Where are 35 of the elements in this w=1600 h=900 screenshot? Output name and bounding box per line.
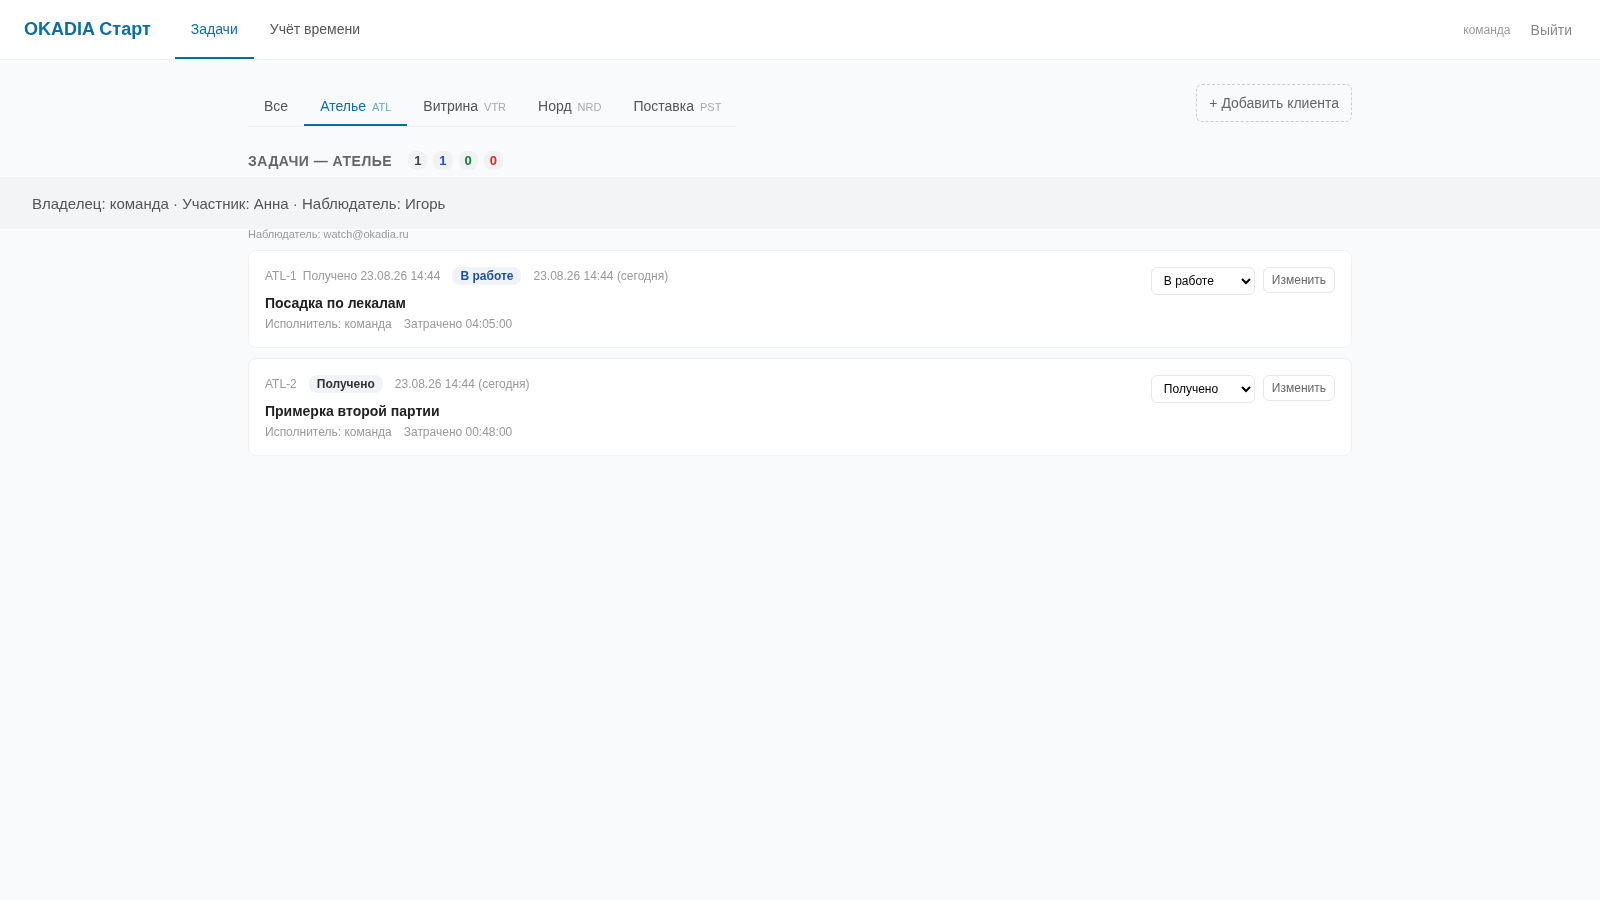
logout-link[interactable]: Выйти	[1530, 21, 1572, 38]
user-name: команда	[1463, 22, 1511, 37]
assignee-text: Исполнитель: команда	[265, 425, 392, 439]
client-tab[interactable]: Норд NRD	[522, 84, 618, 126]
received-date: Получено 23.08.26 14:44	[302, 269, 441, 283]
due-date: 23.08.26 14:44 (сегодня)	[533, 269, 669, 283]
client-tab[interactable]: Ателье ATL	[304, 84, 408, 126]
time-spent: Затрачено 00:48:00	[403, 425, 513, 439]
banner-text: Владелец: команда · Участник: Анна · Наблюдатель: Игорь	[32, 194, 446, 212]
add-client-button[interactable]: + Добавить клиента	[1196, 84, 1352, 122]
nav-tab[interactable]: Задачи	[174, 0, 254, 59]
client-tab[interactable]: Витрина VTR	[407, 84, 523, 126]
status-select[interactable]: В работе	[1150, 267, 1255, 295]
observer-text: Наблюдатель: watch@okadia.ru	[248, 228, 410, 240]
count-badge: 0	[458, 151, 478, 170]
task-id: ATL-2	[265, 377, 297, 391]
status-select[interactable]: Получено	[1150, 375, 1255, 403]
task-id: ATL-1	[265, 269, 297, 283]
count-badge: 1	[408, 151, 428, 170]
nav-tab[interactable]: Учёт времени	[253, 0, 376, 59]
edit-button[interactable]: Изменить	[1262, 267, 1335, 293]
assignee-text: Исполнитель: команда	[265, 317, 392, 331]
logo: OKADIA Старт	[24, 19, 151, 40]
edit-button[interactable]: Изменить	[1262, 375, 1335, 401]
task-title: Примерка второй партии	[265, 403, 441, 419]
count-badge: 0	[483, 151, 504, 170]
due-date: 23.08.26 14:44 (сегодня)	[394, 377, 530, 391]
client-tab[interactable]: Поставка PST	[617, 84, 738, 126]
status-badge: Получено	[308, 375, 383, 393]
task-title: Посадка по лекалам	[265, 295, 407, 311]
time-spent: Затрачено 04:05:00	[403, 317, 513, 331]
client-tab[interactable]: Все	[248, 84, 305, 126]
status-badge: В работе	[452, 267, 522, 285]
count-badge: 1	[433, 151, 453, 170]
section-title: ЗАДАЧИ — АТЕЛЬЕ	[248, 152, 393, 169]
